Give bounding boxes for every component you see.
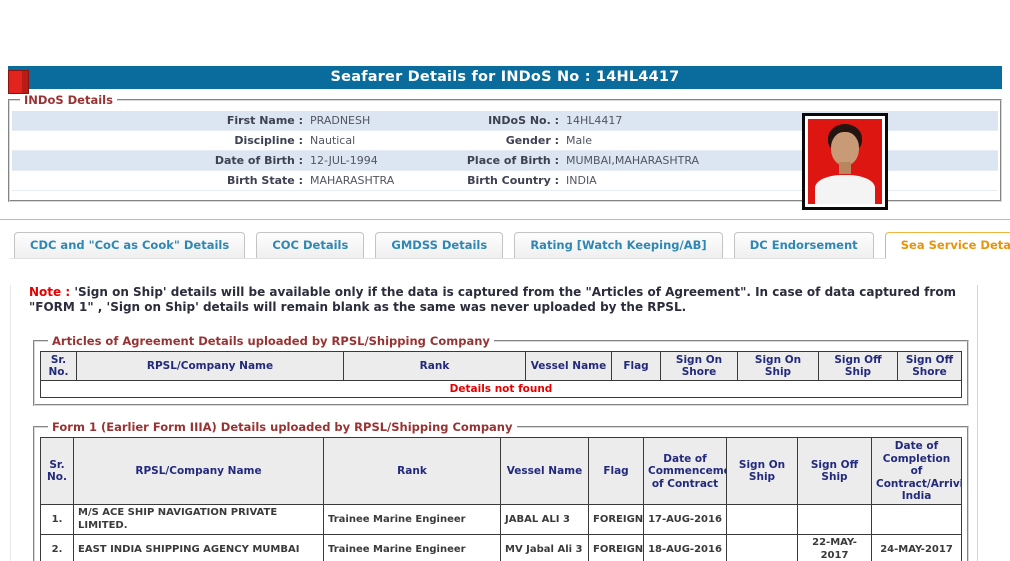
date-of-birth-label: Date of Birth : xyxy=(214,154,303,167)
seafarer-photo-image xyxy=(808,119,882,204)
articles-of-agreement-fieldset: Articles of Agreement Details uploaded b… xyxy=(33,333,969,407)
cell-completion-date xyxy=(871,504,962,536)
cell-sign-on-ship xyxy=(726,534,798,561)
tab-coc-details[interactable]: COC Details xyxy=(256,232,365,258)
indos-no-label: INDoS No. : xyxy=(488,114,559,127)
tab-dc-endorsement[interactable]: DC Endorsement xyxy=(733,232,874,258)
col-sign-off-ship: Sign Off Ship xyxy=(818,350,898,382)
tab-rating-watch-keeping-ab[interactable]: Rating [Watch Keeping/AB] xyxy=(514,232,723,258)
first-name-label: First Name : xyxy=(226,114,303,127)
seafarer-details-page: Seafarer Details for INDoS No : 14HL4417… xyxy=(0,66,1010,561)
cell-vessel: JABAL ALI 3 xyxy=(500,504,589,536)
discipline-label: Discipline : xyxy=(234,134,303,147)
cell-commencement-date: 17-AUG-2016 xyxy=(643,504,727,536)
birth-country-label: Birth Country : xyxy=(467,174,559,187)
indos-no-value: 14HL4417 xyxy=(566,114,623,127)
cell-company: EAST INDIA SHIPPING AGENCY MUMBAI xyxy=(73,534,324,561)
broken-image-icon xyxy=(8,70,29,94)
cell-sr-no: 1. xyxy=(40,504,74,536)
form1-details-table: Sr. No. RPSL/Company Name Rank Vessel Na… xyxy=(40,437,962,561)
articles-of-agreement-table: Sr. No. RPSL/Company Name Rank Vessel Na… xyxy=(40,350,962,399)
cell-sign-off-ship: 22-MAY-2017 xyxy=(797,534,872,561)
gender-value: Male xyxy=(566,134,593,147)
discipline-value: Nautical xyxy=(310,134,356,147)
birth-country-value: INDIA xyxy=(566,174,597,187)
col-sign-on-shore: Sign On Shore xyxy=(660,350,738,382)
first-name-value: PRADNESH xyxy=(310,114,371,127)
cell-rank: Trainee Marine Engineer xyxy=(323,504,501,536)
cell-company: M/S ACE SHIP NAVIGATION PRIVATE LIMITED. xyxy=(73,504,324,536)
birth-state-label: Birth State : xyxy=(226,174,303,187)
col-flag: Flag xyxy=(588,437,644,506)
photo-face xyxy=(830,131,860,166)
col-sr-no: Sr. No. xyxy=(40,437,74,506)
seafarer-photo xyxy=(802,113,888,210)
col-sign-off-shore: Sign Off Shore xyxy=(897,350,962,382)
gender-label: Gender : xyxy=(505,134,559,147)
col-rank: Rank xyxy=(323,437,501,506)
col-sign-off-ship: Sign Off Ship xyxy=(797,437,872,506)
col-flag: Flag xyxy=(611,350,661,382)
articles-of-agreement-legend: Articles of Agreement Details uploaded b… xyxy=(52,333,490,348)
sign-on-ship-note: Note : 'Sign on Ship' details will be av… xyxy=(29,285,963,316)
indos-details-legend: INDoS Details xyxy=(24,93,113,107)
articles-header-row: Sr. No. RPSL/Company Name Rank Vessel Na… xyxy=(40,350,962,382)
tab-strip: CDC and "CoC as Cook" Details COC Detail… xyxy=(10,232,1010,259)
cell-flag: FOREIGN xyxy=(588,504,644,536)
tab-gmdss-details[interactable]: GMDSS Details xyxy=(375,232,504,258)
cell-commencement-date: 18-AUG-2016 xyxy=(643,534,727,561)
page-title: Seafarer Details for INDoS No : 14HL4417 xyxy=(8,66,1002,89)
details-not-found-row: Details not found xyxy=(40,380,962,399)
col-rpsl-company-name: RPSL/Company Name xyxy=(76,350,344,382)
cell-sign-off-ship xyxy=(797,504,872,536)
col-sr-no: Sr. No. xyxy=(40,350,77,382)
col-rank: Rank xyxy=(343,350,526,382)
note-label: Note : xyxy=(29,285,71,299)
photo-shirt xyxy=(815,175,875,204)
col-rpsl-company-name: RPSL/Company Name xyxy=(73,437,324,506)
cell-rank: Trainee Marine Engineer xyxy=(323,534,501,561)
details-not-found-message: Details not found xyxy=(40,380,962,399)
col-sign-on-ship: Sign On Ship xyxy=(737,350,819,382)
form1-details-fieldset: Form 1 (Earlier Form IIIA) Details uploa… xyxy=(33,420,969,561)
form1-row-2: 2. EAST INDIA SHIPPING AGENCY MUMBAI Tra… xyxy=(40,534,962,561)
birth-state-value: MAHARASHTRA xyxy=(310,174,395,187)
note-text: 'Sign on Ship' details will be available… xyxy=(29,285,957,315)
tab-cdc-coc-as-cook-details[interactable]: CDC and "CoC as Cook" Details xyxy=(14,232,246,258)
cell-sr-no: 2. xyxy=(40,534,74,561)
col-vessel-name: Vessel Name xyxy=(525,350,612,382)
cell-completion-date: 24-MAY-2017 xyxy=(871,534,962,561)
photo-neck xyxy=(839,162,851,175)
form1-row-1: 1. M/S ACE SHIP NAVIGATION PRIVATE LIMIT… xyxy=(40,504,962,536)
form1-details-legend: Form 1 (Earlier Form IIIA) Details uploa… xyxy=(52,420,513,435)
indos-details-fieldset: INDoS Details First Name : PRADNESH INDo… xyxy=(8,93,1002,210)
date-of-birth-value: 12-JUL-1994 xyxy=(310,154,378,167)
form1-header-row: Sr. No. RPSL/Company Name Rank Vessel Na… xyxy=(40,437,962,506)
tab-sea-service-details[interactable]: Sea Service Details xyxy=(884,232,1010,259)
place-of-birth-value: MUMBAI,MAHARASHTRA xyxy=(566,154,700,167)
cell-flag: FOREIGN xyxy=(588,534,644,561)
col-date-of-completion: Date of Completion of Contract/Arriving … xyxy=(871,437,962,506)
col-date-of-commencement: Date of Commencement of Contract xyxy=(643,437,727,506)
col-vessel-name: Vessel Name xyxy=(500,437,589,506)
section-divider xyxy=(0,219,1010,220)
sea-service-details-panel: Note : 'Sign on Ship' details will be av… xyxy=(10,285,978,561)
col-sign-on-ship: Sign On Ship xyxy=(726,437,798,506)
place-of-birth-label: Place of Birth : xyxy=(466,154,559,167)
cell-sign-on-ship xyxy=(726,504,798,536)
cell-vessel: MV Jabal Ali 3 xyxy=(500,534,589,561)
